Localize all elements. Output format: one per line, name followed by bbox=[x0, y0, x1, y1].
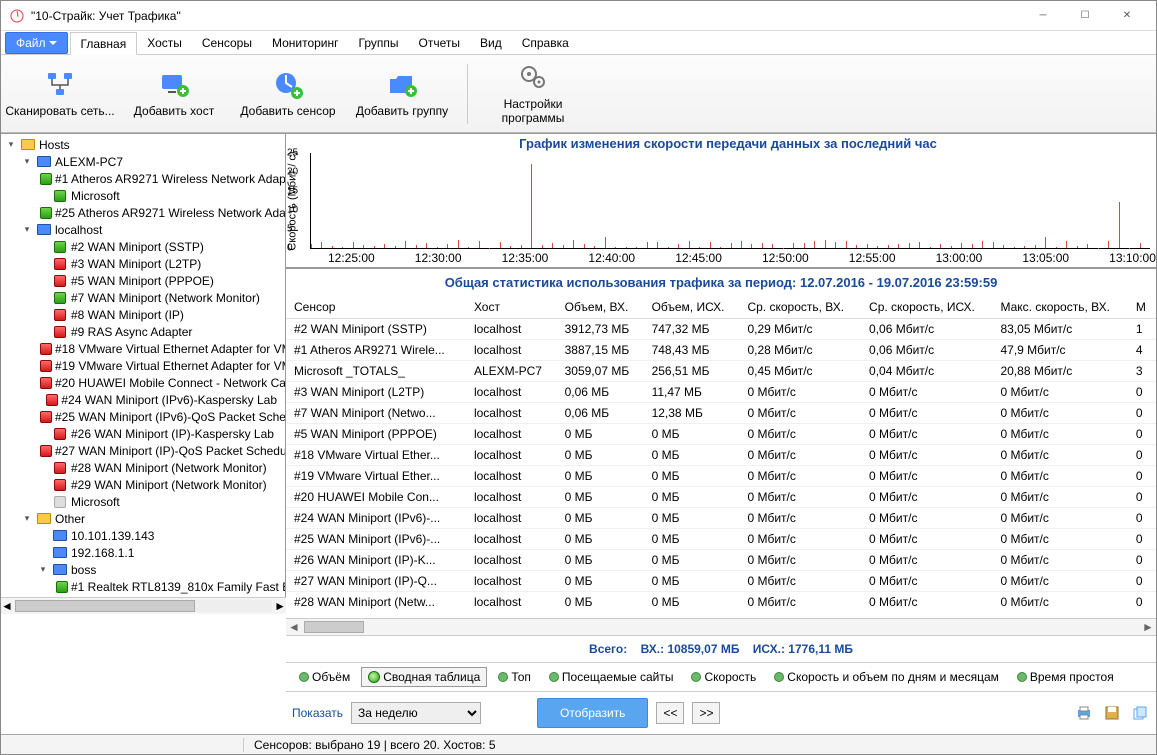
menu-tab-3[interactable]: Мониторинг bbox=[262, 31, 349, 54]
minimize-button[interactable]: ─ bbox=[1022, 2, 1064, 30]
tree-item[interactable]: Microsoft bbox=[1, 187, 285, 204]
tree-item[interactable]: #19 VMware Virtual Ethernet Adapter for … bbox=[1, 357, 285, 374]
totals-row: Всего: ВХ.: 10859,07 МБ ИСХ.: 1776,11 МБ bbox=[286, 635, 1156, 662]
period-select[interactable]: За неделю bbox=[351, 702, 481, 724]
next-button[interactable]: >> bbox=[692, 702, 720, 724]
add-sensor-button[interactable]: Добавить сенсор bbox=[233, 59, 343, 129]
table-row[interactable]: #28 WAN Miniport (Netw...localhost0 МБ0 … bbox=[286, 592, 1156, 613]
chart-title: График изменения скорости передачи данны… bbox=[300, 134, 1156, 153]
tree-hscroll[interactable]: ◄► bbox=[1, 597, 286, 614]
tree-item[interactable]: #5 WAN Miniport (PPPOE) bbox=[1, 272, 285, 289]
scan-network-button[interactable]: Сканировать сеть... bbox=[5, 59, 115, 129]
col-header[interactable]: Макс. скорость, ВХ. bbox=[992, 296, 1127, 319]
save-icon[interactable] bbox=[1102, 703, 1122, 723]
menu-tab-4[interactable]: Группы bbox=[349, 31, 409, 54]
menu-tab-0[interactable]: Главная bbox=[70, 32, 138, 55]
table-row[interactable]: #3 WAN Miniport (L2TP)localhost0,06 МБ11… bbox=[286, 382, 1156, 403]
menu-tab-5[interactable]: Отчеты bbox=[409, 31, 470, 54]
tree-item[interactable]: #18 VMware Virtual Ethernet Adapter for … bbox=[1, 340, 285, 357]
menubar: Файл ГлавнаяХостыСенсорыМониторингГруппы… bbox=[1, 31, 1156, 55]
display-button[interactable]: Отобразить bbox=[537, 698, 648, 728]
tree-item[interactable]: ▾Hosts bbox=[1, 136, 285, 153]
col-header[interactable]: Хост bbox=[466, 296, 557, 319]
table-row[interactable]: #5 WAN Miniport (PPPOE)localhost0 МБ0 МБ… bbox=[286, 424, 1156, 445]
add-host-button[interactable]: Добавить хост bbox=[119, 59, 229, 129]
tree-item[interactable]: #26 WAN Miniport (IP)-Kaspersky Lab bbox=[1, 425, 285, 442]
stats-title: Общая статистика использования трафика з… bbox=[286, 269, 1156, 296]
menu-tab-6[interactable]: Вид bbox=[470, 31, 512, 54]
tree-item[interactable]: 192.168.1.1 bbox=[1, 544, 285, 561]
table-row[interactable]: #2 WAN Miniport (SSTP)localhost3912,73 М… bbox=[286, 319, 1156, 340]
stats-table[interactable]: СенсорХостОбъем, ВХ.Объем, ИСХ.Ср. скоро… bbox=[286, 296, 1156, 612]
view-mode-radios: ОбъёмСводная таблицаТопПосещаемые сайтыС… bbox=[286, 662, 1156, 692]
view-radio-1[interactable]: Сводная таблица bbox=[361, 667, 487, 687]
settings-button[interactable]: Настройкипрограммы bbox=[478, 59, 588, 129]
tree-item[interactable]: #1 Realtek RTL8139_810x Family Fast Ethe… bbox=[1, 578, 285, 595]
tree-item[interactable]: ▾localhost bbox=[1, 221, 285, 238]
table-row[interactable]: Microsoft _TOTALS_ALEXM-PC73059,07 МБ256… bbox=[286, 361, 1156, 382]
show-label: Показать bbox=[292, 706, 343, 720]
file-menu-button[interactable]: Файл bbox=[5, 32, 68, 54]
close-button[interactable]: ✕ bbox=[1106, 2, 1148, 30]
menu-tab-7[interactable]: Справка bbox=[512, 31, 579, 54]
table-row[interactable]: #18 VMware Virtual Ether...localhost0 МБ… bbox=[286, 445, 1156, 466]
table-row[interactable]: #24 WAN Miniport (IPv6)-...localhost0 МБ… bbox=[286, 508, 1156, 529]
tree-item[interactable]: #28 WAN Miniport (Network Monitor) bbox=[1, 459, 285, 476]
menu-tab-1[interactable]: Хосты bbox=[137, 31, 192, 54]
table-row[interactable]: #7 WAN Miniport (Netwo...localhost0,06 М… bbox=[286, 403, 1156, 424]
col-header[interactable]: Ср. скорость, ИСХ. bbox=[861, 296, 992, 319]
col-header[interactable]: Объем, ВХ. bbox=[557, 296, 644, 319]
tree-item[interactable]: #1 Atheros AR9271 Wireless Network Adapt… bbox=[1, 170, 285, 187]
tree-item[interactable]: ▾ALEXM-PC7 bbox=[1, 153, 285, 170]
tree-item[interactable]: #25 WAN Miniport (IPv6)-QoS Packet Sched… bbox=[1, 408, 285, 425]
menu-tab-2[interactable]: Сенсоры bbox=[192, 31, 262, 54]
hosts-tree[interactable]: ▾Hosts▾ALEXM-PC7#1 Atheros AR9271 Wirele… bbox=[1, 134, 286, 597]
tree-item[interactable]: #2 WAN Miniport (SSTP) bbox=[1, 238, 285, 255]
titlebar: "10-Страйк: Учет Трафика" ─ ☐ ✕ bbox=[1, 1, 1156, 31]
tree-item[interactable]: #29 WAN Miniport (Network Monitor) bbox=[1, 476, 285, 493]
table-hscroll[interactable]: ◄► bbox=[286, 618, 1156, 635]
status-text: Сенсоров: выбрано 19 | всего 20. Хостов:… bbox=[243, 738, 506, 752]
table-row[interactable]: #1 Atheros AR9271 Wirele...localhost3887… bbox=[286, 340, 1156, 361]
col-header[interactable]: Ср. скорость, ВХ. bbox=[739, 296, 861, 319]
tree-item[interactable]: #9 RAS Async Adapter bbox=[1, 323, 285, 340]
tree-item[interactable]: Microsoft bbox=[1, 493, 285, 510]
col-header[interactable]: Сенсор bbox=[286, 296, 466, 319]
tree-item[interactable]: #7 WAN Miniport (Network Monitor) bbox=[1, 289, 285, 306]
maximize-button[interactable]: ☐ bbox=[1064, 2, 1106, 30]
ribbon-toolbar: Сканировать сеть... Добавить хост Добави… bbox=[1, 55, 1156, 133]
view-radio-2[interactable]: Топ bbox=[491, 667, 538, 687]
prev-button[interactable]: << bbox=[656, 702, 684, 724]
col-header[interactable]: М bbox=[1128, 296, 1156, 319]
tree-item[interactable]: #3 WAN Miniport (L2TP) bbox=[1, 255, 285, 272]
tree-item[interactable]: #8 WAN Miniport (IP) bbox=[1, 306, 285, 323]
col-header[interactable]: Объем, ИСХ. bbox=[644, 296, 740, 319]
tree-item[interactable]: #24 WAN Miniport (IPv6)-Kaspersky Lab bbox=[1, 391, 285, 408]
tree-item[interactable]: ▾Other bbox=[1, 510, 285, 527]
statusbar: Сенсоров: выбрано 19 | всего 20. Хостов:… bbox=[1, 734, 1156, 754]
copy-icon[interactable] bbox=[1130, 703, 1150, 723]
table-row[interactable]: #25 WAN Miniport (IPv6)-...localhost0 МБ… bbox=[286, 529, 1156, 550]
view-radio-3[interactable]: Посещаемые сайты bbox=[542, 667, 681, 687]
table-row[interactable]: #27 WAN Miniport (IP)-Q...localhost0 МБ0… bbox=[286, 571, 1156, 592]
tree-item[interactable]: #27 WAN Miniport (IP)-QoS Packet Schedul… bbox=[1, 442, 285, 459]
tree-item[interactable]: #25 Atheros AR9271 Wireless Network Adap… bbox=[1, 204, 285, 221]
view-radio-6[interactable]: Время простоя bbox=[1010, 667, 1121, 687]
tree-item[interactable]: 10.101.139.143 bbox=[1, 527, 285, 544]
add-group-button[interactable]: Добавить группу bbox=[347, 59, 457, 129]
table-row[interactable]: #19 VMware Virtual Ether...localhost0 МБ… bbox=[286, 466, 1156, 487]
table-row[interactable]: #26 WAN Miniport (IP)-K...localhost0 МБ0… bbox=[286, 550, 1156, 571]
window-title: "10-Страйк: Учет Трафика" bbox=[31, 9, 1022, 23]
chart-area: 2520151050 bbox=[310, 153, 1150, 249]
tree-item[interactable]: #20 HUAWEI Mobile Connect - Network Card bbox=[1, 374, 285, 391]
view-radio-0[interactable]: Объём bbox=[292, 667, 357, 687]
print-icon[interactable] bbox=[1074, 703, 1094, 723]
table-row[interactable]: #20 HUAWEI Mobile Con...localhost0 МБ0 М… bbox=[286, 487, 1156, 508]
view-radio-4[interactable]: Скорость bbox=[684, 667, 763, 687]
view-radio-5[interactable]: Скорость и объем по дням и месяцам bbox=[767, 667, 1006, 687]
tree-item[interactable]: ▾boss bbox=[1, 561, 285, 578]
app-icon bbox=[9, 8, 25, 24]
